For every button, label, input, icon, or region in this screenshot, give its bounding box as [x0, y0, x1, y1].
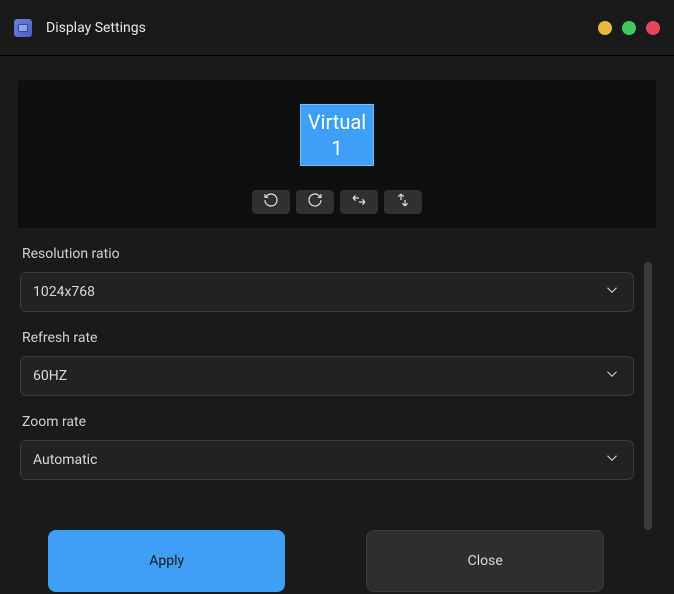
apply-button[interactable]: Apply: [48, 530, 285, 592]
refresh-rate-setting: Refresh rate 60HZ: [20, 330, 654, 396]
zoom-rate-setting: Zoom rate Automatic: [20, 414, 654, 480]
titlebar-left: Display Settings: [14, 19, 146, 37]
resolution-setting: Resolution ratio 1024x768: [20, 246, 654, 312]
action-buttons: Apply Close: [28, 530, 624, 592]
chevron-down-icon: [603, 281, 621, 303]
flip-horizontal-button[interactable]: [340, 190, 378, 214]
zoom-rate-label: Zoom rate: [20, 414, 654, 430]
rotate-cw-icon: [307, 192, 323, 212]
monitor-display[interactable]: Virtual 1: [300, 104, 374, 166]
resolution-dropdown[interactable]: 1024x768: [20, 272, 634, 312]
zoom-rate-value: Automatic: [33, 452, 97, 468]
app-icon: [14, 19, 32, 37]
refresh-rate-label: Refresh rate: [20, 330, 654, 346]
resolution-label: Resolution ratio: [20, 246, 654, 262]
close-button[interactable]: Close: [366, 530, 604, 592]
close-window-button[interactable]: [646, 21, 660, 35]
rotation-controls: [252, 190, 422, 214]
settings-area: Resolution ratio 1024x768 Refresh rate 6…: [0, 228, 674, 480]
titlebar: Display Settings: [0, 0, 674, 56]
maximize-button[interactable]: [622, 21, 636, 35]
resolution-value: 1024x768: [33, 284, 95, 300]
chevron-down-icon: [603, 449, 621, 471]
rotate-ccw-button[interactable]: [252, 190, 290, 214]
window-controls: [598, 21, 660, 35]
zoom-rate-dropdown[interactable]: Automatic: [20, 440, 634, 480]
chevron-down-icon: [603, 365, 621, 387]
content: Virtual 1: [0, 80, 674, 594]
refresh-rate-dropdown[interactable]: 60HZ: [20, 356, 634, 396]
window-title: Display Settings: [46, 20, 146, 36]
flip-vertical-icon: [395, 192, 411, 212]
refresh-rate-value: 60HZ: [33, 368, 67, 384]
scrollbar[interactable]: [644, 262, 652, 530]
rotate-ccw-icon: [263, 192, 279, 212]
rotate-cw-button[interactable]: [296, 190, 334, 214]
flip-vertical-button[interactable]: [384, 190, 422, 214]
flip-horizontal-icon: [351, 192, 367, 212]
monitor-preview-section: Virtual 1: [18, 80, 656, 228]
minimize-button[interactable]: [598, 21, 612, 35]
